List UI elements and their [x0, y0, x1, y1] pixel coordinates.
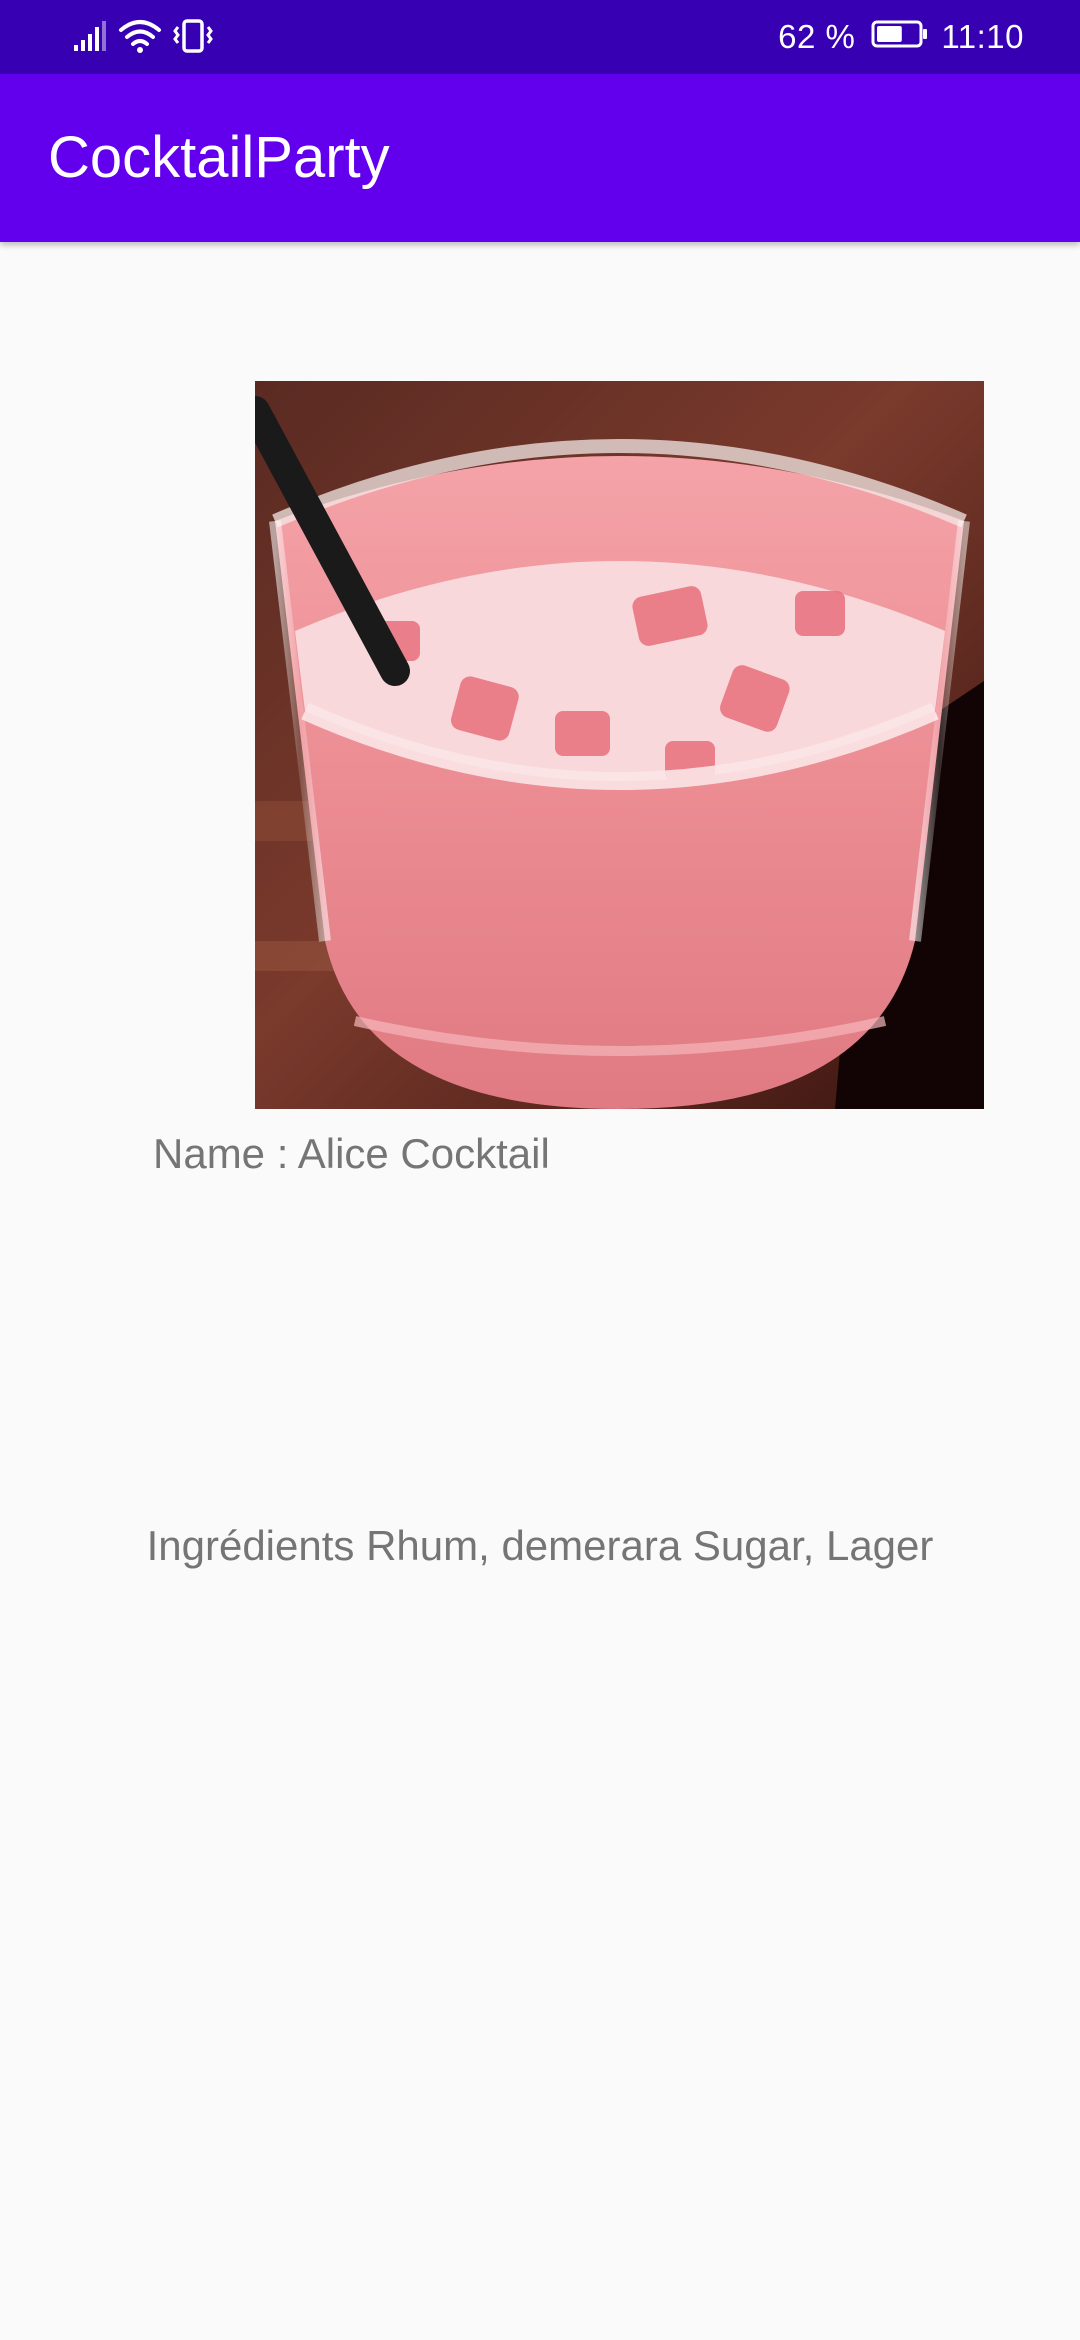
wifi-icon [118, 18, 162, 59]
vibrate-icon [172, 18, 214, 59]
signal-icon [72, 19, 108, 58]
battery-icon [871, 18, 929, 56]
battery-percent: 62 % [778, 18, 856, 55]
clock: 11:10 [941, 18, 1024, 55]
status-bar: 62 % 11:10 [0, 0, 1080, 74]
app-title: CocktailParty [48, 125, 390, 190]
cocktail-photo [255, 381, 984, 1109]
status-icons-left [72, 18, 214, 58]
app-bar: CocktailParty [0, 74, 1080, 242]
status-info-right: 62 % 11:10 [778, 0, 1024, 74]
cocktail-ingredients: Ingrédients Rhum, demerara Sugar, Lager [146, 1522, 934, 1569]
cocktail-name: Name : Alice Cocktail [153, 1130, 550, 1177]
